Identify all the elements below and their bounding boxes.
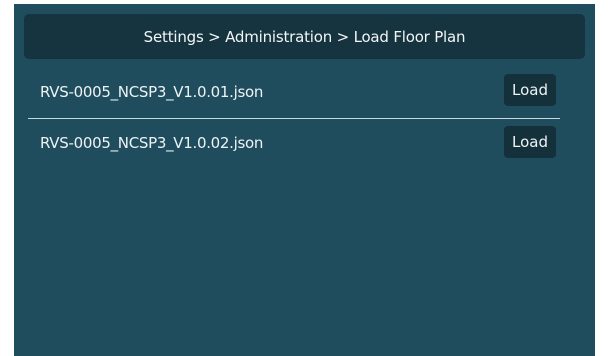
list-item: RVS-0005_NCSP3_V1.0.01.json Load [28,70,560,119]
list-item: RVS-0005_NCSP3_V1.0.02.json Load [14,119,574,167]
file-name: RVS-0005_NCSP3_V1.0.02.json [40,134,264,152]
file-list: RVS-0005_NCSP3_V1.0.01.json Load RVS-000… [14,70,574,167]
load-button[interactable]: Load [504,126,556,158]
load-button[interactable]: Load [504,74,556,106]
load-floor-plan-screen: Settings > Administration > Load Floor P… [14,4,595,356]
breadcrumb-text: Settings > Administration > Load Floor P… [143,27,466,46]
file-name: RVS-0005_NCSP3_V1.0.01.json [40,83,264,101]
breadcrumb: Settings > Administration > Load Floor P… [24,14,585,59]
